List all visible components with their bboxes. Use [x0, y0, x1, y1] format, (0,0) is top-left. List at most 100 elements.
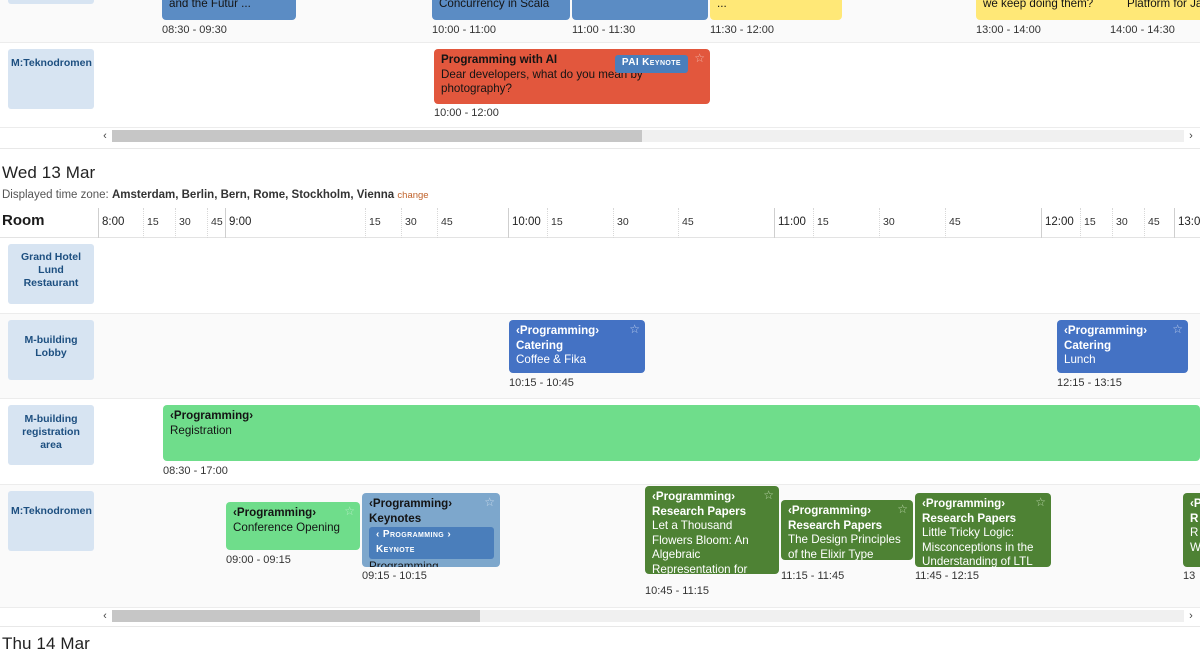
scroll-left-arrow-icon[interactable]: ‹ [98, 608, 112, 624]
favorite-star-icon[interactable]: ☆ [629, 323, 640, 335]
schedule-page: Memory Management, and the Futur ... 08:… [0, 0, 1200, 668]
table-row: Memory Management, and the Futur ... 08:… [0, 0, 1200, 43]
session-time: 08:30 - 17:00 [163, 465, 228, 477]
room-label[interactable]: M-building registration area [8, 405, 94, 465]
session-block[interactable]: ☆ ‹Programming› Catering Coffee & Fika [509, 320, 645, 373]
ruler-tick-label: 12:00 [1045, 216, 1074, 228]
session-time: 11:00 - 11:30 [572, 24, 636, 36]
session-block[interactable]: of Reach Capabilities [572, 0, 708, 20]
day-section-wed-13-mar: Wed 13 Mar Displayed time zone: Amsterda… [0, 157, 1200, 626]
session-title: Little Tricky Logic: Misconceptions in t… [922, 526, 1034, 567]
session-track: ‹P [1190, 497, 1200, 510]
session-track: ‹Programming› [788, 504, 872, 517]
ruler-tick: 15 [143, 208, 159, 238]
room-label[interactable]: M:Teknodromen [8, 49, 94, 109]
ruler-tick-label: 15 [817, 216, 829, 228]
ruler-tick-label: 30 [179, 216, 191, 228]
favorite-star-icon[interactable]: ☆ [897, 503, 908, 515]
scrollbar-thumb[interactable] [112, 610, 480, 622]
session-block[interactable]: ☆ PAI Keynote Programming with AI Dear d… [434, 49, 710, 104]
previous-day-rows: Memory Management, and the Futur ... 08:… [0, 0, 1200, 146]
session-time: 13 [1183, 570, 1196, 582]
session-time: 13:00 - 14:00 [976, 24, 1041, 36]
session-block[interactable]: ‹P R R W [1183, 493, 1200, 567]
timezone-label: Displayed time zone: [2, 189, 109, 201]
ruler-tick: 12:00 [1041, 208, 1074, 238]
ruler-tick: 45 [207, 208, 223, 238]
session-block[interactable]: Memory Management, and the Futur ... [162, 0, 296, 20]
row-lane: ☆ ‹Programming› Catering Coffee & Fika 1… [98, 314, 1200, 398]
favorite-star-icon[interactable]: ☆ [763, 489, 774, 501]
ruler-tick: 30 [401, 208, 417, 238]
session-kind: Research Papers [788, 518, 883, 532]
ruler-tick: 15 [547, 208, 563, 238]
row-lane: ☆ ‹Programming› Conference Opening 09:00… [98, 485, 1200, 607]
session-time: 09:15 - 10:15 [362, 570, 427, 582]
row-lane: ☆ PAI Keynote Programming with AI Dear d… [98, 43, 1200, 127]
ruler-tick-label: 15 [147, 216, 159, 228]
scroll-left-arrow-icon[interactable]: ‹ [98, 128, 112, 144]
session-block[interactable]: verified construction of ... [710, 0, 842, 20]
session-kind: R [1190, 511, 1199, 525]
ruler-tick: 45 [945, 208, 961, 238]
session-time: 11:15 - 11:45 [781, 570, 845, 582]
session-track: ‹Programming› [233, 506, 317, 519]
scrollbar-thumb[interactable] [112, 130, 642, 142]
session-kind: Catering [516, 338, 564, 352]
room-label[interactable]: Grand Hotel Lund Restaurant [8, 244, 94, 304]
session-title: Lunch [1064, 353, 1096, 367]
session-title: Instrumentation Platform for Ja [1127, 0, 1200, 10]
ruler-tick: 15 [1080, 208, 1096, 238]
schedule-grid: Room 8:00 15 30 45 9:00 15 30 45 10:00 1… [0, 208, 1200, 626]
session-block[interactable]: Virtual Machines: should we keep doing t… [976, 0, 1132, 20]
ruler-tick: 45 [678, 208, 694, 238]
session-block[interactable]: ☆ ‹Programming› Catering Lunch [1057, 320, 1188, 373]
session-block[interactable]: ☆ ‹Programming› Research Papers The Desi… [781, 500, 913, 560]
session-block[interactable]: ☆ ‹Programming› Conference Opening [226, 502, 360, 550]
room-label[interactable]: M-building Lobby [8, 320, 94, 380]
row-lane: Memory Management, and the Futur ... 08:… [98, 0, 1200, 42]
favorite-star-icon[interactable]: ☆ [344, 505, 355, 517]
session-time: 10:45 - 11:15 [645, 585, 710, 597]
keynote-badge: PAI Keynote [614, 55, 688, 73]
session-block[interactable]: ‹Programming› Registration [163, 405, 1200, 461]
session-block[interactable]: ☆ ‹Programming› Keynotes ‹ Programming ›… [362, 493, 500, 567]
ruler-tick: 15 [813, 208, 829, 238]
favorite-star-icon[interactable]: ☆ [1035, 496, 1046, 508]
session-title: Conference Opening [233, 520, 340, 534]
session-kind: Catering [1064, 338, 1112, 352]
session-kind: Research Papers [922, 511, 1017, 525]
session-title: R W [1190, 526, 1200, 554]
ruler-tick-label: 15 [369, 216, 381, 228]
ruler-tick: 11:00 [774, 208, 806, 238]
day-section-previous: Memory Management, and the Futur ... 08:… [0, 0, 1200, 148]
table-row: Grand Hotel Lund Restaurant [0, 238, 1200, 314]
room-label [8, 0, 94, 4]
session-block[interactable]: ☆ ‹Programming› Research Papers Little T… [915, 493, 1051, 567]
favorite-star-icon[interactable]: ☆ [1172, 323, 1183, 335]
session-block[interactable]: Types for Safe Concurrency in Scala [432, 0, 570, 20]
timezone-change-link[interactable]: change [397, 190, 428, 201]
session-time: 12:15 - 13:15 [1057, 377, 1122, 389]
session-time: 10:00 - 12:00 [434, 107, 499, 119]
timezone-value: Amsterdam, Berlin, Bern, Rome, Stockholm… [111, 189, 395, 201]
ruler-tick-label: 45 [949, 216, 961, 228]
ruler-tick: 30 [879, 208, 895, 238]
session-title: Coffee & Fika [516, 353, 587, 367]
favorite-star-icon[interactable]: ☆ [694, 52, 705, 64]
ruler-tick-label: 45 [441, 216, 453, 228]
session-track: ‹Programming› [652, 490, 736, 503]
session-kind: Keynotes [369, 511, 422, 525]
favorite-star-icon[interactable]: ☆ [484, 496, 495, 508]
session-block[interactable]: Instrumentation Platform for Ja [1120, 0, 1200, 20]
session-block[interactable]: ☆ ‹Programming› Research Papers Let a Th… [645, 486, 779, 574]
room-label[interactable]: M:Teknodromen [8, 491, 94, 551]
horizontal-scrollbar-previous[interactable]: ‹ › [0, 128, 1200, 146]
ruler-tick-label: 10:00 [512, 216, 541, 228]
scroll-right-arrow-icon[interactable]: › [1184, 128, 1198, 144]
ruler-tick: 8:00 [98, 208, 124, 238]
session-title: Let a Thousand Flowers Bloom: An Algebra… [652, 519, 749, 574]
scroll-right-arrow-icon[interactable]: › [1184, 608, 1198, 624]
horizontal-scrollbar-current[interactable]: ‹ › [0, 608, 1200, 626]
ruler-tick-label: 30 [405, 216, 417, 228]
